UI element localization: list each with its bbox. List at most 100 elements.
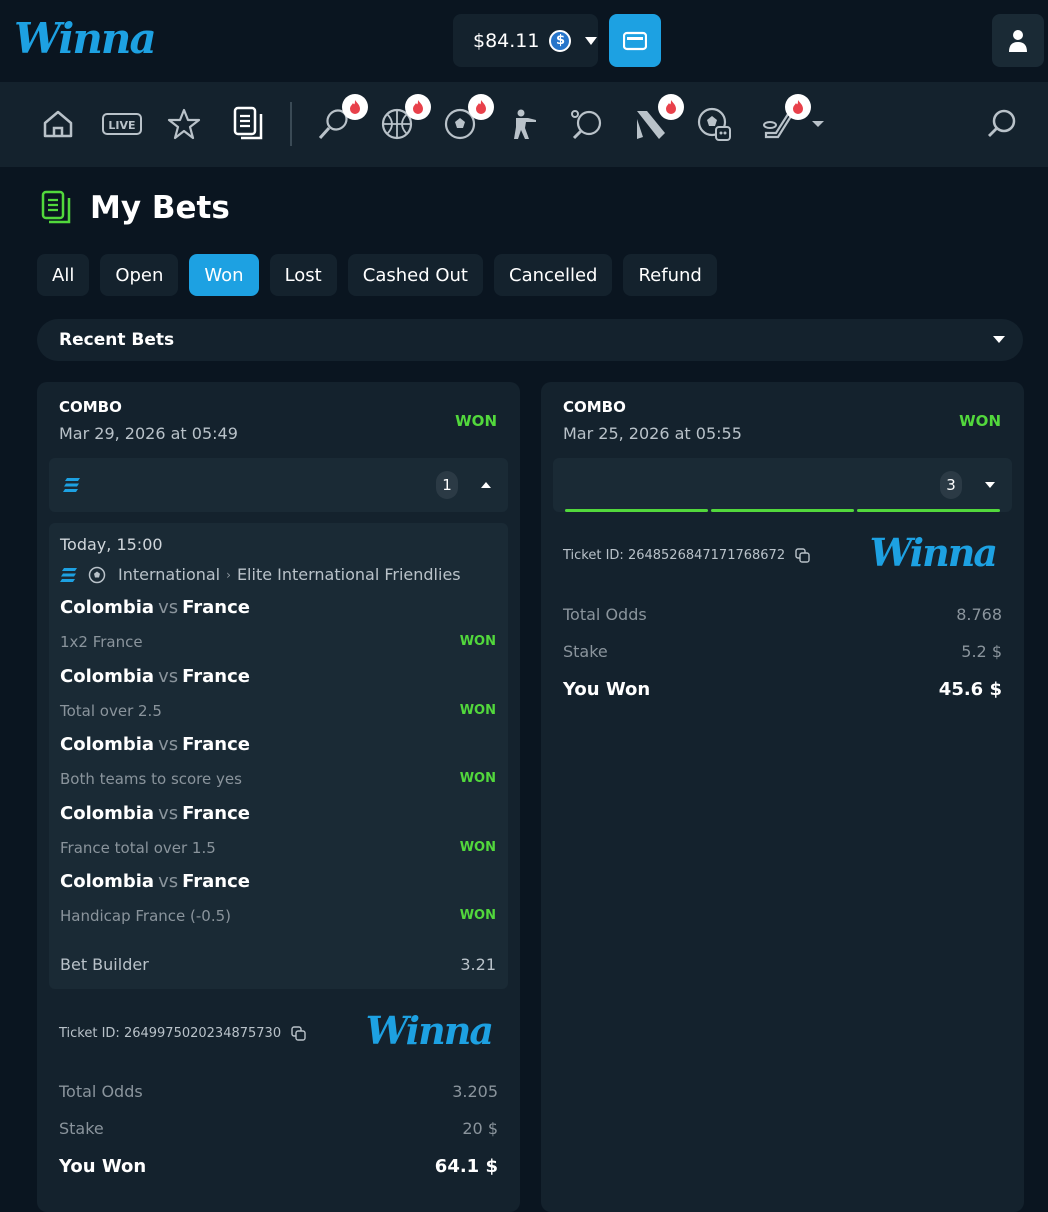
match-name: Colombia vs France — [60, 734, 250, 755]
bet-builder-icon — [63, 478, 80, 492]
filter-cashed-out[interactable]: Cashed Out — [347, 254, 483, 296]
fire-icon — [468, 94, 494, 120]
filter-lost[interactable]: Lost — [269, 254, 337, 296]
soccer-icon[interactable] — [440, 94, 494, 144]
leg-status: WON — [459, 908, 496, 923]
leg-status: WON — [459, 840, 496, 855]
winna-logo: Winna — [365, 1008, 494, 1053]
ticket-id: Ticket ID: 2648526847171768672 — [563, 548, 810, 563]
match-name: Colombia vs France — [60, 666, 250, 687]
balance-selector[interactable]: $84.11 $ — [453, 14, 598, 67]
bet-builder-label: Bet Builder — [60, 955, 149, 974]
wallet-icon — [623, 31, 647, 50]
you-won-value: 45.6 $ — [938, 679, 1002, 700]
you-won-label: You Won — [59, 1156, 147, 1177]
bet-status: WON — [455, 412, 497, 430]
event-time: Today, 15:00 — [60, 535, 163, 554]
page-title: My Bets — [90, 190, 230, 226]
balance-amount: $84.11 — [473, 29, 540, 52]
recent-bets-dropdown[interactable]: Recent Bets — [37, 319, 1023, 361]
stake-value: 20 $ — [462, 1119, 498, 1138]
you-won-label: You Won — [563, 679, 651, 700]
chevron-down-icon — [812, 121, 824, 127]
bet-card: COMBO Mar 25, 2026 at 05:55 WON 3 Ticket… — [541, 382, 1024, 1212]
fire-icon — [405, 94, 431, 120]
esports-icon[interactable] — [630, 94, 684, 144]
leg-status: WON — [459, 634, 496, 649]
bet-builder-odds: 3.21 — [460, 955, 496, 974]
legs-count: 3 — [940, 471, 962, 499]
tennis-icon[interactable] — [314, 94, 368, 144]
copy-icon[interactable] — [795, 548, 810, 563]
legs-toggle[interactable]: 1 — [49, 458, 508, 512]
breadcrumb-separator: › — [226, 567, 231, 582]
legs-count: 1 — [436, 471, 458, 499]
recent-bets-label: Recent Bets — [59, 330, 175, 350]
leg-status: WON — [459, 703, 496, 718]
table-tennis-icon[interactable] — [566, 104, 606, 144]
total-odds-value: 8.768 — [956, 605, 1002, 624]
leg-status: WON — [459, 771, 496, 786]
esoccer-icon[interactable] — [694, 104, 734, 144]
filter-refund[interactable]: Refund — [623, 254, 717, 296]
legs-progress-bar — [565, 509, 1000, 512]
total-odds-label: Total Odds — [59, 1082, 143, 1101]
market-name: 1x2 France — [60, 633, 143, 651]
soccer-icon — [88, 566, 106, 583]
chevron-down-icon — [585, 36, 598, 45]
copy-icon[interactable] — [291, 1026, 306, 1041]
ice-hockey-icon[interactable] — [757, 94, 811, 144]
live-icon[interactable]: LIVE — [101, 104, 143, 144]
stake-label: Stake — [59, 1119, 104, 1138]
filter-all[interactable]: All — [37, 254, 90, 296]
total-odds-value: 3.205 — [452, 1082, 498, 1101]
stake-label: Stake — [563, 642, 608, 661]
fire-icon — [658, 94, 684, 120]
bet-type: COMBO — [563, 398, 626, 416]
usdc-icon: $ — [549, 29, 572, 52]
chevron-down-icon — [993, 336, 1005, 343]
bet-legs: Today, 15:00 International › Elite Inter… — [49, 523, 508, 989]
market-name: Both teams to score yes — [60, 770, 242, 788]
total-odds-label: Total Odds — [563, 605, 647, 624]
wallet-button[interactable] — [609, 14, 661, 67]
ticket-id: Ticket ID: 2649975020234875730 — [59, 1026, 306, 1041]
basketball-icon[interactable] — [377, 94, 431, 144]
my-bets-icon[interactable] — [228, 104, 268, 144]
chevron-down-icon — [985, 482, 995, 488]
bet-builder-icon — [60, 567, 77, 582]
counter-strike-icon[interactable] — [503, 104, 543, 144]
league-path[interactable]: International › Elite International Frie… — [60, 565, 490, 584]
league-country: International — [118, 565, 221, 584]
more-sports-dropdown[interactable] — [800, 104, 836, 144]
match-name: Colombia vs France — [60, 871, 250, 892]
match-name: Colombia vs France — [60, 597, 250, 618]
bet-card: COMBO Mar 29, 2026 at 05:49 WON 1 Today,… — [37, 382, 520, 1212]
legs-toggle[interactable]: 3 — [553, 458, 1012, 512]
bet-status: WON — [959, 412, 1001, 430]
you-won-value: 64.1 $ — [434, 1156, 498, 1177]
fire-icon — [342, 94, 368, 120]
star-icon[interactable] — [164, 104, 204, 144]
market-name: France total over 1.5 — [60, 839, 216, 857]
bet-date: Mar 29, 2026 at 05:49 — [59, 424, 238, 443]
match-name: Colombia vs France — [60, 803, 250, 824]
league-name: Elite International Friendlies — [236, 565, 461, 584]
market-name: Handicap France (-0.5) — [60, 907, 232, 925]
bet-type: COMBO — [59, 398, 122, 416]
top-bar: Winna $84.11 $ — [0, 0, 1048, 82]
filter-won[interactable]: Won — [189, 254, 259, 296]
chevron-up-icon — [481, 482, 491, 488]
market-name: Total over 2.5 — [60, 702, 162, 720]
page-header: My Bets — [40, 190, 230, 226]
winna-logo[interactable]: Winna — [14, 14, 157, 63]
stake-value: 5.2 $ — [961, 642, 1002, 661]
filter-open[interactable]: Open — [100, 254, 179, 296]
filter-cancelled[interactable]: Cancelled — [494, 254, 613, 296]
user-menu-button[interactable] — [992, 14, 1044, 67]
sports-nav: LIVE — [0, 82, 1048, 167]
winna-logo: Winna — [869, 530, 998, 575]
search-icon[interactable] — [982, 104, 1022, 144]
home-icon[interactable] — [38, 104, 78, 144]
nav-divider — [290, 102, 292, 146]
